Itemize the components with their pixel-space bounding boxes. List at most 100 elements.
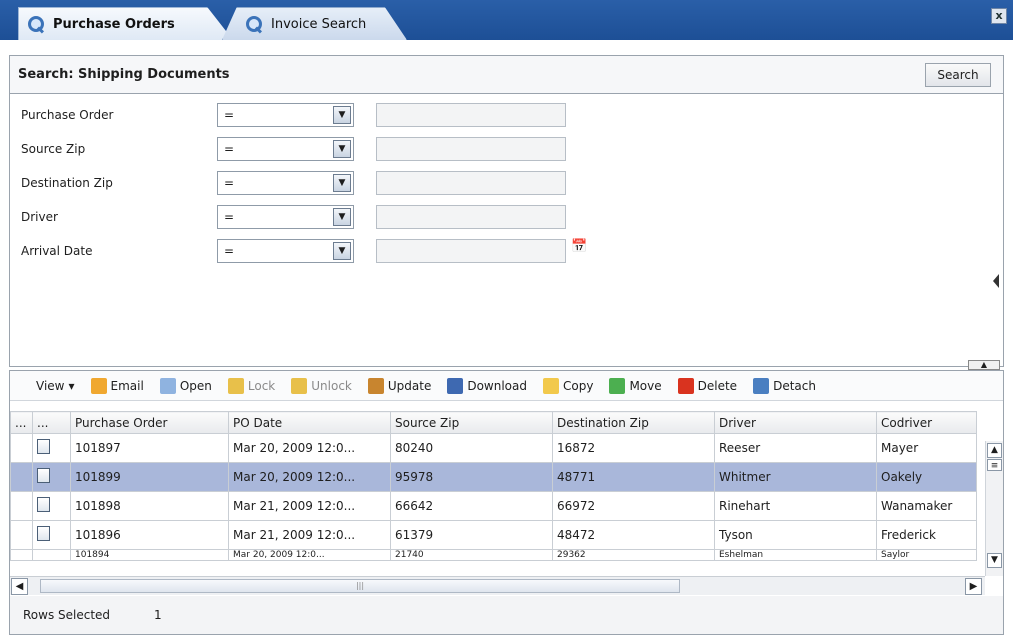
value-input[interactable]	[376, 239, 566, 263]
value-input[interactable]	[376, 103, 566, 127]
row-icon-cell	[32, 491, 71, 521]
column-header[interactable]: ...	[10, 411, 33, 434]
collapse-up-icon[interactable]: ▲	[968, 360, 1000, 370]
chevron-down-icon[interactable]: ▼	[333, 208, 351, 226]
column-header[interactable]: Destination Zip	[552, 411, 715, 434]
operator-select[interactable]: = ▼	[217, 171, 354, 195]
copy-button[interactable]: Copy	[543, 377, 593, 394]
cell-codriver: Mayer	[876, 433, 977, 463]
cell-dst: 29362	[552, 549, 715, 561]
operator-select[interactable]: = ▼	[217, 239, 354, 263]
table-row[interactable]: 101899 Mar 20, 2009 12:0... 95978 48771 …	[10, 462, 977, 492]
update-button[interactable]: Update	[367, 377, 431, 394]
collapse-side-icon[interactable]	[993, 274, 999, 288]
table-row[interactable]: 101894 Mar 20, 2009 12:0... 21740 29362 …	[10, 549, 977, 561]
operator-select[interactable]: = ▼	[217, 103, 354, 127]
document-icon	[37, 468, 50, 483]
cell-src: 61379	[390, 520, 553, 550]
chevron-down-icon[interactable]: ▼	[333, 106, 351, 124]
results-toolbar: View ▾ Email Open Lock Unlock Update Dow…	[10, 371, 1003, 401]
delete-button[interactable]: Delete	[677, 377, 737, 394]
field-label: Arrival Date	[21, 244, 93, 258]
value-input[interactable]	[376, 205, 566, 229]
table-header-row: ... ... Purchase Order PO Date Source Zi…	[10, 411, 977, 434]
field-arrival-date: Arrival Date	[21, 240, 221, 262]
rows-selected-label: Rows Selected	[23, 608, 111, 622]
table-row[interactable]: 101898 Mar 21, 2009 12:0... 66642 66972 …	[10, 491, 977, 521]
field-purchase-order: Purchase Order	[21, 104, 221, 126]
row-icon-cell	[32, 433, 71, 463]
scroll-thumb[interactable]: ≡	[987, 459, 1002, 471]
operator-select[interactable]: = ▼	[217, 137, 354, 161]
cell-codriver: Saylor	[876, 549, 977, 561]
cell-po: 101897	[70, 433, 229, 463]
operator-value: =	[224, 108, 235, 122]
tab-purchase-orders[interactable]: Purchase Orders	[18, 7, 233, 40]
table-row[interactable]: 101897 Mar 20, 2009 12:0... 80240 16872 …	[10, 433, 977, 463]
value-input[interactable]	[376, 171, 566, 195]
vertical-scrollbar[interactable]: ▲ ≡ ▼	[985, 441, 1003, 576]
column-header[interactable]: ...	[32, 411, 71, 434]
column-header[interactable]: Purchase Order	[70, 411, 229, 434]
download-button[interactable]: Download	[447, 377, 527, 394]
row-icon-cell	[32, 462, 71, 492]
table-row[interactable]: 101896 Mar 21, 2009 12:0... 61379 48472 …	[10, 520, 977, 550]
cell-po: 101896	[70, 520, 229, 550]
horizontal-scrollbar[interactable]: ◀ ||| ▶	[10, 576, 985, 595]
move-button[interactable]: Move	[609, 377, 662, 394]
scroll-thumb[interactable]: |||	[40, 579, 680, 593]
cell-src: 80240	[390, 433, 553, 463]
scroll-down-icon[interactable]: ▼	[987, 553, 1002, 568]
cell-date: Mar 21, 2009 12:0...	[228, 491, 391, 521]
unlock-icon	[291, 377, 308, 394]
value-input[interactable]	[376, 137, 566, 161]
scroll-left-icon[interactable]: ◀	[11, 578, 28, 595]
tab-label: Invoice Search	[271, 16, 367, 32]
column-header[interactable]: PO Date	[228, 411, 391, 434]
open-button[interactable]: Open	[159, 377, 212, 394]
column-header[interactable]: Codriver	[876, 411, 977, 434]
view-label: View	[36, 378, 65, 393]
chevron-down-icon[interactable]: ▼	[333, 140, 351, 158]
row-gutter	[10, 549, 33, 561]
email-label: Email	[110, 378, 144, 393]
tab-invoice-search[interactable]: Invoice Search	[222, 7, 407, 40]
calendar-icon[interactable]: 📅	[571, 239, 591, 259]
close-icon[interactable]: x	[991, 8, 1007, 24]
view-menu[interactable]: View ▾	[36, 379, 75, 393]
column-header[interactable]: Driver	[714, 411, 877, 434]
cell-date: Mar 21, 2009 12:0...	[228, 520, 391, 550]
cell-date: Mar 20, 2009 12:0...	[228, 549, 391, 561]
search-button[interactable]: Search	[925, 63, 991, 87]
operator-value: =	[224, 142, 235, 156]
lock-button[interactable]: Lock	[227, 377, 275, 394]
detach-button[interactable]: Detach	[753, 377, 816, 394]
chevron-down-icon[interactable]: ▼	[333, 174, 351, 192]
cell-src: 95978	[390, 462, 553, 492]
cell-codriver: Wanamaker	[876, 491, 977, 521]
cell-dst: 16872	[552, 433, 715, 463]
row-gutter	[10, 491, 33, 521]
field-label: Source Zip	[21, 142, 86, 156]
cell-codriver: Frederick	[876, 520, 977, 550]
chevron-down-icon[interactable]: ▼	[333, 242, 351, 260]
field-label: Driver	[21, 210, 58, 224]
move-icon	[609, 377, 626, 394]
column-header[interactable]: Source Zip	[390, 411, 553, 434]
unlock-button[interactable]: Unlock	[291, 377, 352, 394]
email-button[interactable]: Email	[90, 377, 144, 394]
field-source-zip: Source Zip	[21, 138, 221, 160]
detach-icon	[753, 377, 770, 394]
rows-selected-count: 1	[154, 608, 162, 622]
email-icon	[90, 377, 107, 394]
scroll-right-icon[interactable]: ▶	[965, 578, 982, 595]
cell-driver: Rinehart	[714, 491, 877, 521]
lock-icon	[227, 377, 244, 394]
cell-dst: 48472	[552, 520, 715, 550]
scroll-up-icon[interactable]: ▲	[987, 443, 1002, 458]
tab-label: Purchase Orders	[53, 16, 175, 32]
operator-value: =	[224, 176, 235, 190]
cell-po: 101894	[70, 549, 229, 561]
operator-select[interactable]: = ▼	[217, 205, 354, 229]
unlock-label: Unlock	[311, 378, 352, 393]
